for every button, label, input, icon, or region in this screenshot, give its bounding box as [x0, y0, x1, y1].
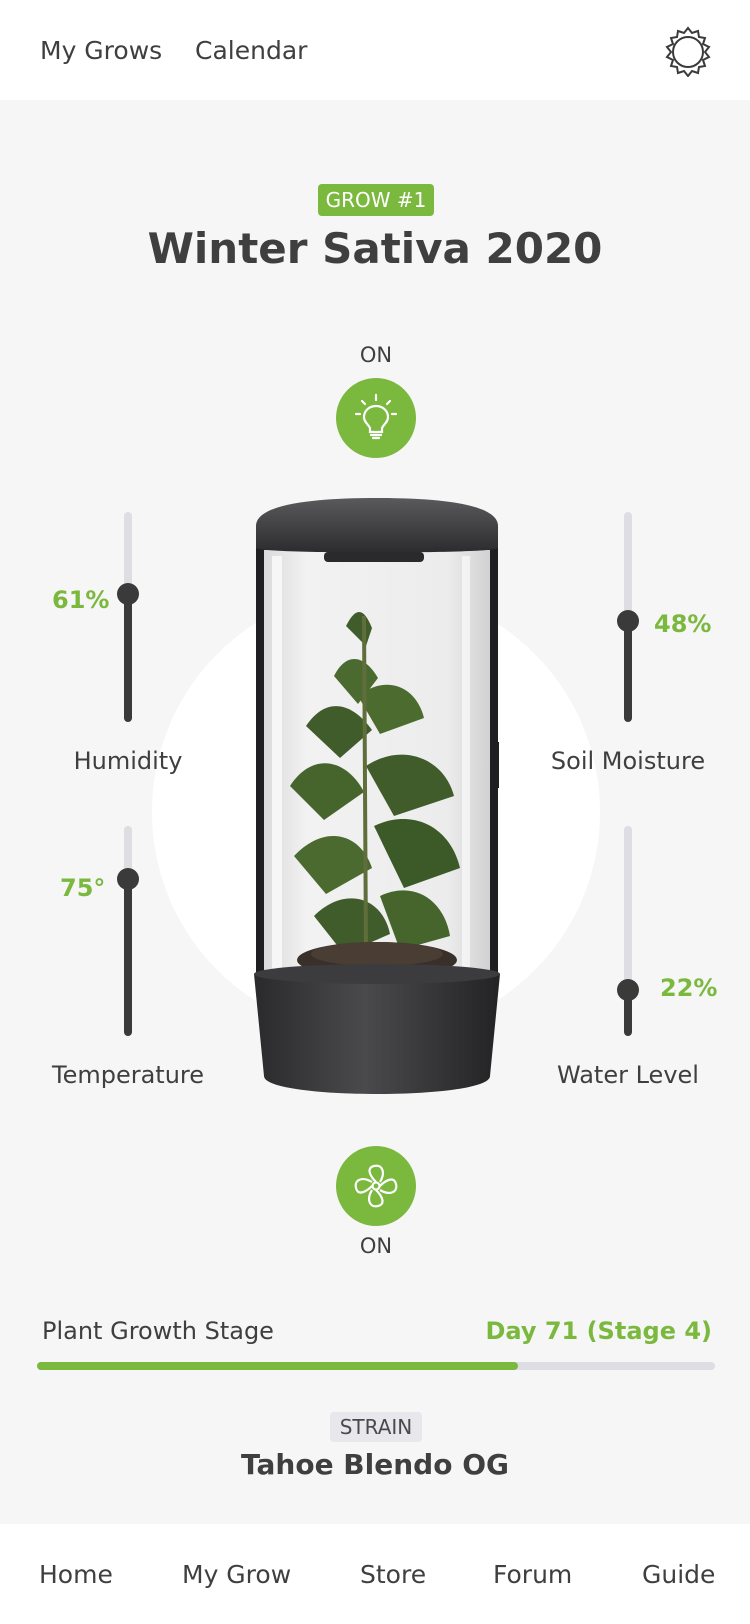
- fan-icon: [354, 1164, 398, 1208]
- grow-badge: GROW #1: [318, 184, 434, 216]
- growth-progress-fill: [37, 1362, 519, 1370]
- humidity-label: Humidity: [73, 747, 183, 775]
- water-level-label: Water Level: [557, 1061, 699, 1089]
- water-level-value: 22%: [660, 974, 718, 1002]
- lightbulb-icon: [354, 393, 398, 440]
- fan-status: ON: [359, 1234, 393, 1258]
- temperature-slider[interactable]: [117, 826, 139, 1036]
- growth-stage-day: Day 71 (Stage 4): [485, 1317, 712, 1345]
- water-level-slider-handle[interactable]: [617, 978, 639, 1001]
- tab-forum[interactable]: Forum: [493, 1560, 572, 1589]
- nav-calendar[interactable]: Calendar: [195, 36, 307, 65]
- humidity-slider[interactable]: [117, 512, 139, 722]
- tab-my-grow[interactable]: My Grow: [182, 1560, 291, 1589]
- tab-guide[interactable]: Guide: [642, 1560, 715, 1589]
- soil-moisture-slider[interactable]: [617, 512, 639, 722]
- growth-progress-bar: [37, 1362, 715, 1370]
- light-toggle-button[interactable]: [336, 378, 416, 458]
- strain-name: Tahoe Blendo OG: [241, 1448, 509, 1481]
- fan-toggle-button[interactable]: [336, 1146, 416, 1226]
- humidity-value: 61%: [52, 586, 110, 614]
- temperature-label: Temperature: [51, 1061, 205, 1089]
- tab-store[interactable]: Store: [360, 1560, 426, 1589]
- water-level-slider[interactable]: [617, 826, 639, 1036]
- humidity-slider-handle[interactable]: [117, 582, 139, 605]
- light-status: ON: [359, 343, 393, 367]
- temperature-value: 75°: [60, 874, 106, 902]
- soil-moisture-label: Soil Moisture: [550, 747, 706, 775]
- strain-tag: STRAIN: [330, 1412, 422, 1442]
- top-bar: My Grows Calendar: [0, 0, 750, 100]
- soil-moisture-value: 48%: [654, 610, 712, 638]
- grow-device-image: [254, 496, 500, 1108]
- bottom-nav: Home My Grow Store Forum Guide: [0, 1524, 750, 1624]
- temperature-slider-handle[interactable]: [117, 867, 139, 890]
- page-title: Winter Sativa 2020: [147, 224, 603, 273]
- nav-my-grows[interactable]: My Grows: [40, 36, 162, 65]
- soil-moisture-slider-handle[interactable]: [617, 610, 639, 633]
- growth-stage-label: Plant Growth Stage: [42, 1317, 274, 1345]
- tab-home[interactable]: Home: [39, 1560, 113, 1589]
- gear-icon[interactable]: [662, 25, 714, 78]
